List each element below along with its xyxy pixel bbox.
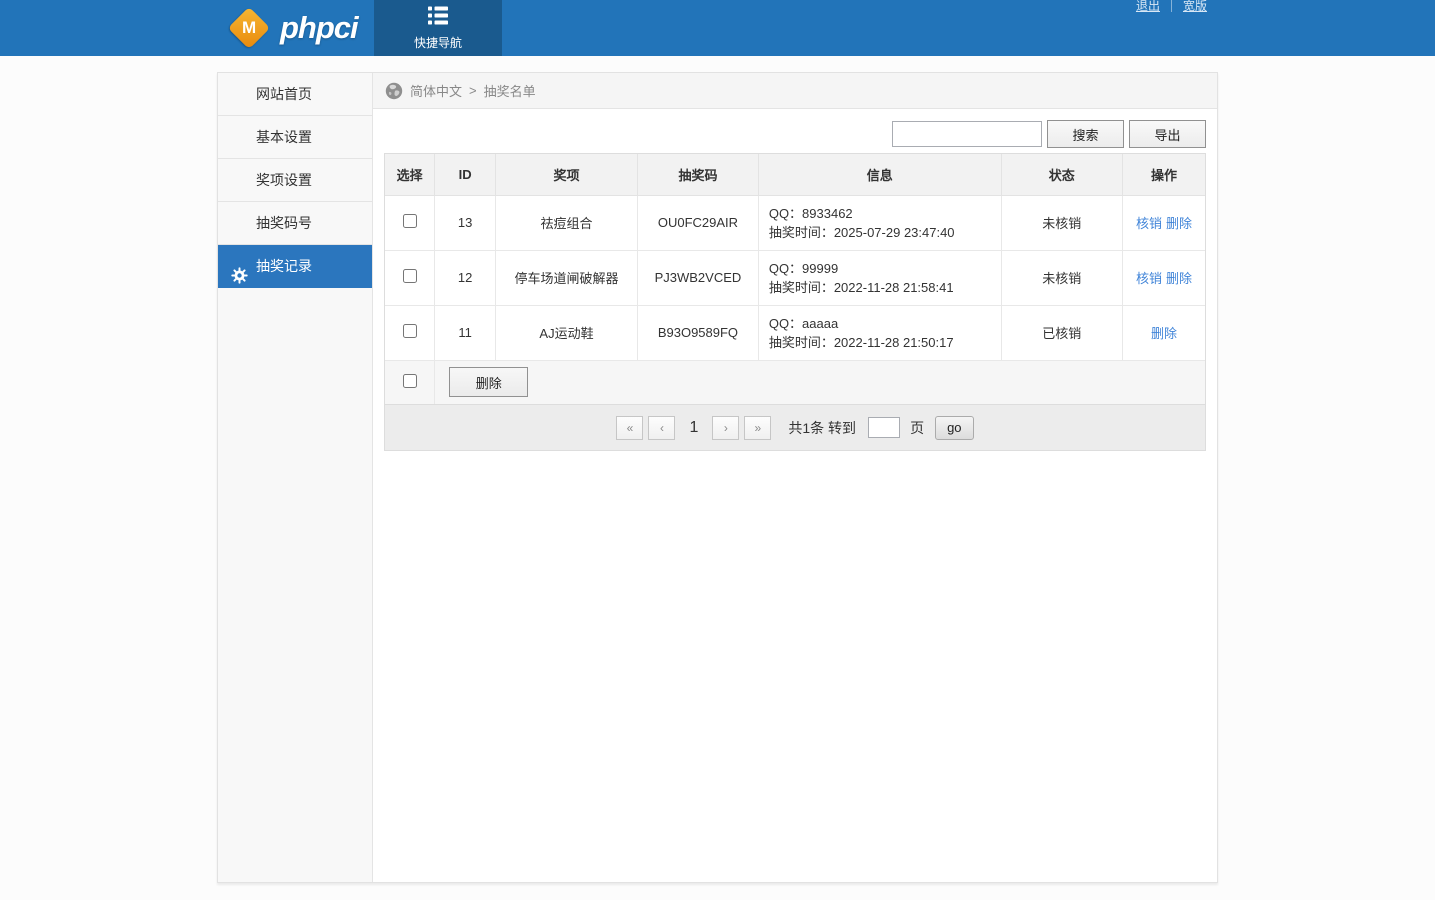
sidebar-item-label: 抽奖码号 bbox=[256, 215, 312, 231]
cell-status: 未核销 bbox=[1001, 250, 1122, 305]
col-header-select: 选择 bbox=[385, 154, 435, 195]
sidebar-item-label: 基本设置 bbox=[256, 129, 312, 145]
sidebar-item-label: 网站首页 bbox=[256, 86, 312, 102]
col-header-status: 状态 bbox=[1001, 154, 1122, 195]
pagination-prev-button[interactable]: ‹ bbox=[648, 416, 675, 440]
cell-prize: AJ运动鞋 bbox=[495, 305, 637, 360]
search-input[interactable] bbox=[892, 121, 1042, 147]
pagination-bar: « ‹ 1 › » 共1条 转到 页 go bbox=[385, 404, 1205, 450]
col-header-actions: 操作 bbox=[1122, 154, 1205, 195]
cell-info: QQ：aaaaa 抽奖时间：2022-11-28 21:50:17 bbox=[758, 305, 1001, 360]
pagination-current-page: 1 bbox=[689, 419, 698, 437]
logo-badge-letter: M bbox=[242, 18, 256, 38]
info-time-line: 抽奖时间：2025-07-29 23:47:40 bbox=[769, 223, 991, 242]
verify-link[interactable]: 核销 bbox=[1136, 271, 1162, 286]
app-header: M phpci 快捷导航 退出 宽版 bbox=[0, 0, 1435, 56]
breadcrumb-separator: > bbox=[469, 83, 477, 98]
search-button[interactable]: 搜索 bbox=[1047, 120, 1124, 148]
info-qq-line: QQ：8933462 bbox=[769, 204, 991, 223]
records-table: 选择 ID 奖项 抽奖码 信息 状态 操作 13 bbox=[385, 154, 1205, 404]
main-panel: 简体中文 > 抽奖名单 搜索 导出 选择 bbox=[373, 73, 1217, 882]
sidebar-item-prize-settings[interactable]: 奖项设置 bbox=[218, 159, 372, 202]
cell-id: 12 bbox=[435, 250, 496, 305]
sidebar-item-label: 抽奖记录 bbox=[256, 258, 312, 274]
delete-link[interactable]: 删除 bbox=[1166, 216, 1192, 231]
pagination-next-button[interactable]: › bbox=[712, 416, 739, 440]
globe-icon bbox=[385, 82, 403, 100]
table-row: 12 停车场道闸破解器 PJ3WB2VCED QQ：99999 抽奖时间：202… bbox=[385, 250, 1205, 305]
info-time-line: 抽奖时间：2022-11-28 21:58:41 bbox=[769, 278, 991, 297]
records-table-box: 选择 ID 奖项 抽奖码 信息 状态 操作 13 bbox=[384, 153, 1206, 451]
col-header-id: ID bbox=[435, 154, 496, 195]
app-logo: M phpci bbox=[228, 8, 358, 48]
pagination-page-suffix: 页 bbox=[910, 418, 924, 438]
row-checkbox[interactable] bbox=[403, 214, 417, 228]
sidebar-item-home[interactable]: 网站首页 bbox=[218, 73, 372, 116]
export-button[interactable]: 导出 bbox=[1129, 120, 1206, 148]
cell-info: QQ：99999 抽奖时间：2022-11-28 21:58:41 bbox=[758, 250, 1001, 305]
cell-code: B93O9589FQ bbox=[638, 305, 759, 360]
delete-link[interactable]: 删除 bbox=[1151, 326, 1177, 341]
sidebar: 网站首页 基本设置 奖项设置 抽奖码号 bbox=[218, 73, 373, 882]
cell-actions: 核销删除 bbox=[1122, 250, 1205, 305]
pagination-first-button[interactable]: « bbox=[616, 416, 643, 440]
col-header-prize: 奖项 bbox=[495, 154, 637, 195]
col-header-info: 信息 bbox=[758, 154, 1001, 195]
delete-link[interactable]: 删除 bbox=[1166, 271, 1192, 286]
gear-icon bbox=[231, 258, 248, 275]
cell-id: 11 bbox=[435, 305, 496, 360]
menu-list-icon bbox=[425, 5, 451, 30]
cell-prize: 停车场道闸破解器 bbox=[495, 250, 637, 305]
col-header-code: 抽奖码 bbox=[638, 154, 759, 195]
bulk-action-row: 删除 bbox=[385, 360, 1205, 404]
row-checkbox[interactable] bbox=[403, 324, 417, 338]
table-row: 11 AJ运动鞋 B93O9589FQ QQ：aaaaa 抽奖时间：2022-1… bbox=[385, 305, 1205, 360]
pagination-total-text: 共1条 转到 bbox=[788, 418, 856, 438]
quick-nav-label: 快捷导航 bbox=[414, 34, 462, 51]
breadcrumb: 简体中文 > 抽奖名单 bbox=[373, 73, 1217, 109]
pagination-last-button[interactable]: » bbox=[744, 416, 771, 440]
content-area: 搜索 导出 选择 ID 奖项 抽奖码 信息 bbox=[373, 109, 1217, 462]
cell-id: 13 bbox=[435, 195, 496, 250]
wide-mode-link[interactable]: 宽版 bbox=[1172, 0, 1218, 12]
select-all-checkbox[interactable] bbox=[403, 374, 417, 388]
header-top-links: 退出 宽版 bbox=[1125, 0, 1218, 12]
cell-actions: 核销删除 bbox=[1122, 195, 1205, 250]
info-time-line: 抽奖时间：2022-11-28 21:50:17 bbox=[769, 333, 991, 352]
verify-link[interactable]: 核销 bbox=[1136, 216, 1162, 231]
cell-actions: 删除 bbox=[1122, 305, 1205, 360]
sidebar-item-lottery-codes[interactable]: 抽奖码号 bbox=[218, 202, 372, 245]
cell-code: OU0FC29AIR bbox=[638, 195, 759, 250]
logo-diamond-icon: M bbox=[228, 7, 270, 49]
cell-status: 已核销 bbox=[1001, 305, 1122, 360]
go-button[interactable]: go bbox=[935, 416, 973, 440]
sidebar-item-basic-settings[interactable]: 基本设置 bbox=[218, 116, 372, 159]
cell-code: PJ3WB2VCED bbox=[638, 250, 759, 305]
breadcrumb-current-page: 抽奖名单 bbox=[484, 81, 536, 100]
bulk-delete-button[interactable]: 删除 bbox=[449, 367, 528, 397]
table-header-row: 选择 ID 奖项 抽奖码 信息 状态 操作 bbox=[385, 154, 1205, 195]
cell-info: QQ：8933462 抽奖时间：2025-07-29 23:47:40 bbox=[758, 195, 1001, 250]
cell-status: 未核销 bbox=[1001, 195, 1122, 250]
table-row: 13 祛痘组合 OU0FC29AIR QQ：8933462 抽奖时间：2025-… bbox=[385, 195, 1205, 250]
page-container: 网站首页 基本设置 奖项设置 抽奖码号 bbox=[217, 72, 1218, 883]
logout-link[interactable]: 退出 bbox=[1125, 0, 1172, 12]
quick-nav-tab[interactable]: 快捷导航 bbox=[374, 0, 502, 56]
breadcrumb-language[interactable]: 简体中文 bbox=[410, 81, 462, 100]
logo-text: phpci bbox=[280, 10, 358, 46]
toolbar: 搜索 导出 bbox=[384, 120, 1206, 148]
info-qq-line: QQ：99999 bbox=[769, 259, 991, 278]
goto-page-input[interactable] bbox=[868, 417, 900, 438]
bulk-actions-cell: 删除 bbox=[435, 360, 1205, 404]
cell-prize: 祛痘组合 bbox=[495, 195, 637, 250]
sidebar-item-label: 奖项设置 bbox=[256, 172, 312, 188]
info-qq-line: QQ：aaaaa bbox=[769, 314, 991, 333]
row-checkbox[interactable] bbox=[403, 269, 417, 283]
sidebar-item-lottery-records[interactable]: 抽奖记录 bbox=[218, 245, 372, 288]
